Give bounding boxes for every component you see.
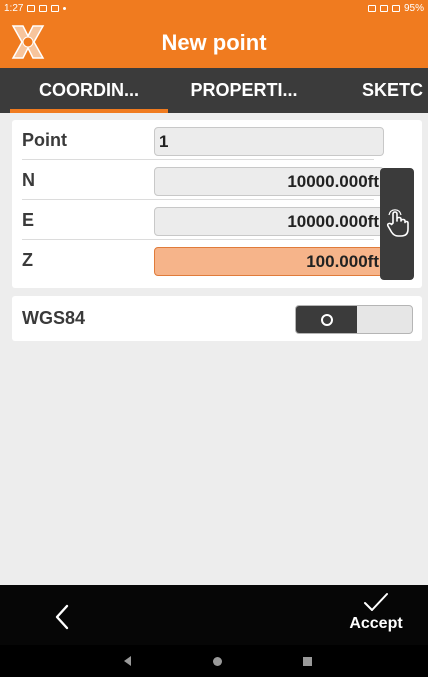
tab-bar: COORDIN... PROPERTI... SKETC	[0, 68, 428, 113]
mail-icon	[39, 4, 48, 12]
square-recents-icon	[302, 656, 312, 666]
e-row: E 10000.000ft	[22, 200, 384, 240]
accept-label: Accept	[349, 615, 403, 632]
wgs84-card: WGS84	[12, 296, 422, 341]
z-label: Z	[22, 250, 33, 270]
image-icon	[51, 4, 60, 12]
z-row: Z 100.000ft	[22, 240, 384, 280]
tab-sketch[interactable]: SKETC	[362, 68, 428, 113]
point-row: Point 1	[22, 120, 384, 160]
circle-home-icon	[212, 656, 222, 666]
point-label: Point	[22, 130, 67, 150]
toggle-off-icon	[320, 313, 333, 326]
notification-dot-icon	[63, 6, 67, 10]
wgs84-toggle[interactable]	[295, 305, 413, 334]
accept-button[interactable]: Accept	[340, 591, 412, 643]
system-nav-bar	[0, 645, 428, 677]
tab-coordinates[interactable]: COORDIN...	[10, 68, 168, 113]
z-field[interactable]: 100.000ft	[154, 247, 384, 276]
notification-icon	[27, 4, 36, 12]
back-button[interactable]	[42, 599, 82, 635]
point-field[interactable]: 1	[154, 127, 384, 156]
chevron-left-icon	[55, 604, 69, 630]
wifi-icon	[367, 4, 376, 12]
n-row: N 10000.000ft	[22, 160, 384, 200]
toggle-knob	[296, 306, 357, 333]
bottom-action-bar: Accept	[0, 585, 428, 645]
wgs84-label: WGS84	[22, 308, 86, 328]
hand-pointer-icon	[386, 209, 409, 237]
battery-icon	[391, 4, 400, 12]
battery-level: 95%	[403, 2, 424, 14]
n-label: N	[22, 170, 35, 190]
tab-properties[interactable]: PROPERTI...	[174, 68, 314, 113]
checkmark-icon	[364, 593, 388, 611]
signal-icon	[379, 4, 388, 12]
app-bar: New point	[0, 16, 428, 68]
status-time: 1:27	[4, 2, 24, 14]
pick-point-button[interactable]	[380, 168, 414, 280]
e-label: E	[22, 210, 35, 230]
nav-back-button[interactable]	[107, 645, 147, 677]
nav-recents-button[interactable]	[287, 645, 327, 677]
nav-home-button[interactable]	[197, 645, 237, 677]
active-tab-indicator	[10, 109, 168, 113]
status-bar: 1:27 95%	[0, 0, 428, 16]
e-field[interactable]: 10000.000ft	[154, 207, 384, 236]
n-field[interactable]: 10000.000ft	[154, 167, 384, 196]
page-title: New point	[161, 30, 267, 55]
triangle-back-icon	[123, 656, 131, 666]
coordinates-card: Point 1 N 10000.000ft E 10000.000ft Z 10…	[12, 120, 422, 288]
